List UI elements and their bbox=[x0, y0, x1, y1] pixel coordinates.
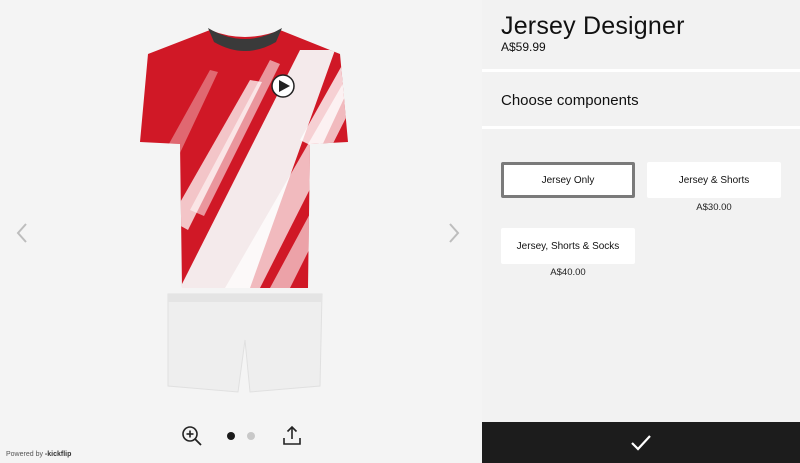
chevron-left-icon bbox=[16, 223, 27, 243]
powered-by-brand: -kickflip bbox=[44, 451, 72, 458]
viewer-toolbar bbox=[0, 424, 482, 450]
powered-by-prefix: Powered by bbox=[6, 451, 43, 458]
product-price: A$59.99 bbox=[501, 40, 546, 54]
divider bbox=[482, 69, 800, 72]
share-icon bbox=[283, 425, 301, 445]
option-price: A$40.00 bbox=[550, 267, 586, 278]
chevron-right-icon bbox=[449, 223, 460, 243]
previous-view-button[interactable] bbox=[10, 218, 34, 248]
product-title: Jersey Designer bbox=[501, 12, 685, 40]
product-viewer: Powered by -kickflip bbox=[0, 0, 482, 463]
zoom-button[interactable] bbox=[180, 424, 204, 448]
option-jersey-shorts-socks[interactable]: Jersey, Shorts & Socks bbox=[501, 228, 635, 264]
option-jersey-only[interactable]: Jersey Only bbox=[501, 162, 635, 198]
powered-by-label[interactable]: Powered by -kickflip bbox=[6, 451, 71, 458]
checkmark-icon bbox=[631, 434, 651, 451]
pagination-dot-active[interactable] bbox=[227, 432, 235, 440]
confirm-button[interactable] bbox=[482, 422, 800, 463]
option-jersey-and-shorts[interactable]: Jersey & Shorts bbox=[647, 162, 781, 198]
option-price: A$30.00 bbox=[696, 202, 732, 213]
divider bbox=[482, 126, 800, 129]
configurator-panel: Jersey Designer A$59.99 Choose component… bbox=[482, 0, 800, 463]
next-view-button[interactable] bbox=[442, 218, 466, 248]
pagination-dot[interactable] bbox=[247, 432, 255, 440]
zoom-in-icon bbox=[182, 426, 202, 446]
share-button[interactable] bbox=[280, 424, 304, 448]
section-heading: Choose components bbox=[501, 92, 639, 109]
jersey-shorts-image bbox=[140, 28, 348, 393]
